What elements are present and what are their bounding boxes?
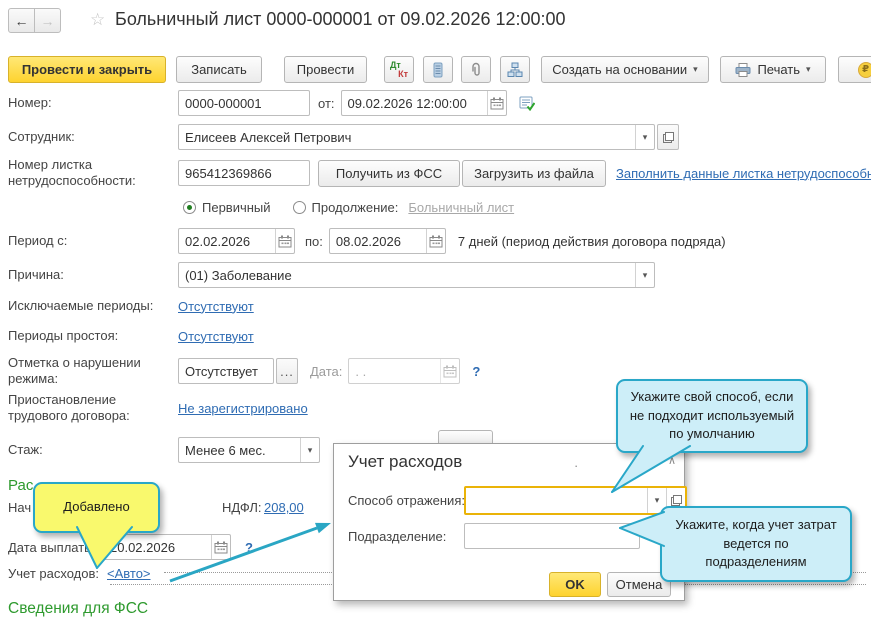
window-dot-icon: · xyxy=(574,458,579,473)
ndfl-amount-link[interactable]: 208,00 xyxy=(264,500,304,515)
chevron-down-icon: ▾ xyxy=(806,64,811,74)
expense-auto-link[interactable]: <Авто> xyxy=(107,566,151,581)
calculation-section-fragment: Рас xyxy=(8,477,34,494)
dialog-title: Учет расходов xyxy=(348,452,463,471)
date-input[interactable]: 09.02.2026 12:00:00 xyxy=(340,90,507,116)
violation-help-icon[interactable]: ? xyxy=(472,364,480,379)
expense-accounting-dialog: Учет расходов · ∧ Способ отражения: ▾ По… xyxy=(333,443,687,601)
period-label: Период с: xyxy=(8,232,68,248)
open-form-icon xyxy=(662,131,674,143)
report-list-button[interactable] xyxy=(423,56,453,83)
ndfl-label: НДФЛ: xyxy=(222,500,262,515)
expense-label: Учет расходов: xyxy=(8,566,99,581)
printer-icon xyxy=(735,62,751,77)
back-icon: ← xyxy=(14,12,29,29)
employee-combo[interactable]: Елисеев Алексей Петрович ▾ xyxy=(178,124,655,150)
ruble-icon: ₽ xyxy=(857,61,871,78)
continuation-doc-link[interactable]: Больничный лист xyxy=(408,200,514,215)
suspension-link[interactable]: Не зарегистрировано xyxy=(178,401,308,416)
fill-sick-data-link[interactable]: Заполнить данные листка нетрудоспособн xyxy=(616,166,871,181)
violation-more-button[interactable]: ... xyxy=(276,358,298,385)
downtime-periods-link[interactable]: Отсутствуют xyxy=(178,329,254,344)
page-title: Больничный лист 0000-000001 от 09.02.202… xyxy=(115,9,566,29)
number-input[interactable]: 0000-000001 xyxy=(178,90,310,116)
department-input[interactable] xyxy=(464,523,640,549)
accrued-label-fragment: Нач xyxy=(8,500,32,515)
structure-icon xyxy=(507,62,523,77)
reflection-method-input[interactable]: ▾ xyxy=(464,486,687,515)
reflection-method-label: Способ отражения: xyxy=(348,493,465,508)
employee-open-button[interactable] xyxy=(657,124,679,150)
experience-label: Стаж: xyxy=(8,441,43,457)
get-from-fss-button[interactable]: Получить из ФСС xyxy=(318,159,460,187)
primary-radio[interactable] xyxy=(183,201,196,214)
list-icon xyxy=(433,62,443,77)
attachments-button[interactable] xyxy=(461,56,491,83)
continuation-radio-label: Продолжение: xyxy=(311,200,399,215)
load-from-file-button[interactable]: Загрузить из файла xyxy=(462,159,606,187)
reason-label: Причина: xyxy=(8,266,64,282)
ellipsis-icon: ... xyxy=(280,363,294,379)
change-history-icon[interactable] xyxy=(519,96,535,111)
favorite-star-icon[interactable]: ☆ xyxy=(90,10,105,30)
calendar-icon[interactable] xyxy=(275,229,294,253)
continuation-radio[interactable] xyxy=(292,201,306,214)
experience-combo[interactable]: Менее 6 мес. ▾ xyxy=(178,437,320,463)
chevron-down-icon: ▾ xyxy=(693,64,698,74)
dt-kt-postings-button[interactable]: Дт Кт xyxy=(384,56,414,83)
violation-input[interactable]: Отсутствует xyxy=(178,358,274,385)
calendar-icon xyxy=(440,359,459,384)
forward-icon: → xyxy=(40,12,55,29)
pay-date-label: Дата выплаты: xyxy=(8,539,98,555)
chevron-down-icon[interactable]: ▾ xyxy=(635,263,654,287)
paperclip-icon xyxy=(472,62,480,76)
calendar-icon[interactable] xyxy=(486,91,506,115)
fss-section-header: Сведения для ФСС xyxy=(8,600,149,617)
write-button[interactable]: Записать xyxy=(176,56,262,83)
back-button[interactable]: ← xyxy=(8,8,35,33)
calendar-icon[interactable] xyxy=(211,535,230,559)
post-and-close-button[interactable]: Провести и закрыть xyxy=(8,56,166,83)
violation-label: Отметка о нарушении режима: xyxy=(8,355,141,387)
sick-number-label: Номер листка нетрудоспособности: xyxy=(8,156,136,188)
related-documents-button[interactable] xyxy=(500,56,530,83)
pay-button-clipped[interactable]: ₽ В xyxy=(838,56,871,83)
period-from-input[interactable]: 02.02.2026 xyxy=(178,228,295,254)
print-button[interactable]: Печать ▾ xyxy=(720,56,826,83)
pay-date-input[interactable]: 20.02.2026 xyxy=(103,534,231,560)
calendar-icon[interactable] xyxy=(425,229,445,253)
sick-number-input[interactable]: 965412369866 xyxy=(178,160,310,186)
create-on-basis-button[interactable]: Создать на основании ▾ xyxy=(541,56,709,83)
window-open-icon[interactable] xyxy=(634,458,645,469)
method-hint-callout: Укажите свой способ, если не подходит ис… xyxy=(616,379,808,453)
nav-history-group: ← → xyxy=(8,8,61,33)
department-label: Подразделение: xyxy=(348,529,447,544)
employee-label: Сотрудник: xyxy=(8,128,75,144)
post-button[interactable]: Провести xyxy=(284,56,367,83)
window-collapse-icon[interactable]: ∧ xyxy=(668,454,676,467)
excluded-periods-link[interactable]: Отсутствуют xyxy=(178,299,254,314)
added-callout: Добавлено xyxy=(33,482,160,533)
violation-date-input: . . xyxy=(348,358,461,385)
violation-date-label: Дата: xyxy=(310,363,343,379)
downtime-periods-label: Периоды простоя: xyxy=(8,328,119,343)
chevron-down-icon[interactable]: ▾ xyxy=(635,125,654,149)
chevron-down-icon[interactable]: ▾ xyxy=(300,438,319,462)
number-label: Номер: xyxy=(8,94,52,110)
pay-date-help-icon[interactable]: ? xyxy=(245,540,253,555)
reason-combo[interactable]: (01) Заболевание ▾ xyxy=(178,262,655,288)
department-hint-callout: Укажите, когда учет затрат ведется по по… xyxy=(660,506,852,582)
ok-button[interactable]: OK xyxy=(549,572,601,597)
primary-radio-label: Первичный xyxy=(202,200,271,215)
dt-kt-icon: Дт Кт xyxy=(390,59,408,79)
period-to-input[interactable]: 08.02.2026 xyxy=(328,228,446,254)
suspension-label: Приостановление трудового договора: xyxy=(8,392,130,424)
period-days-note: 7 дней (период действия договора подряда… xyxy=(457,233,726,249)
period-to-label: по: xyxy=(305,233,323,249)
excluded-periods-label: Исключаемые периоды: xyxy=(8,298,154,313)
date-label: от: xyxy=(318,95,335,111)
forward-button[interactable]: → xyxy=(34,8,61,33)
